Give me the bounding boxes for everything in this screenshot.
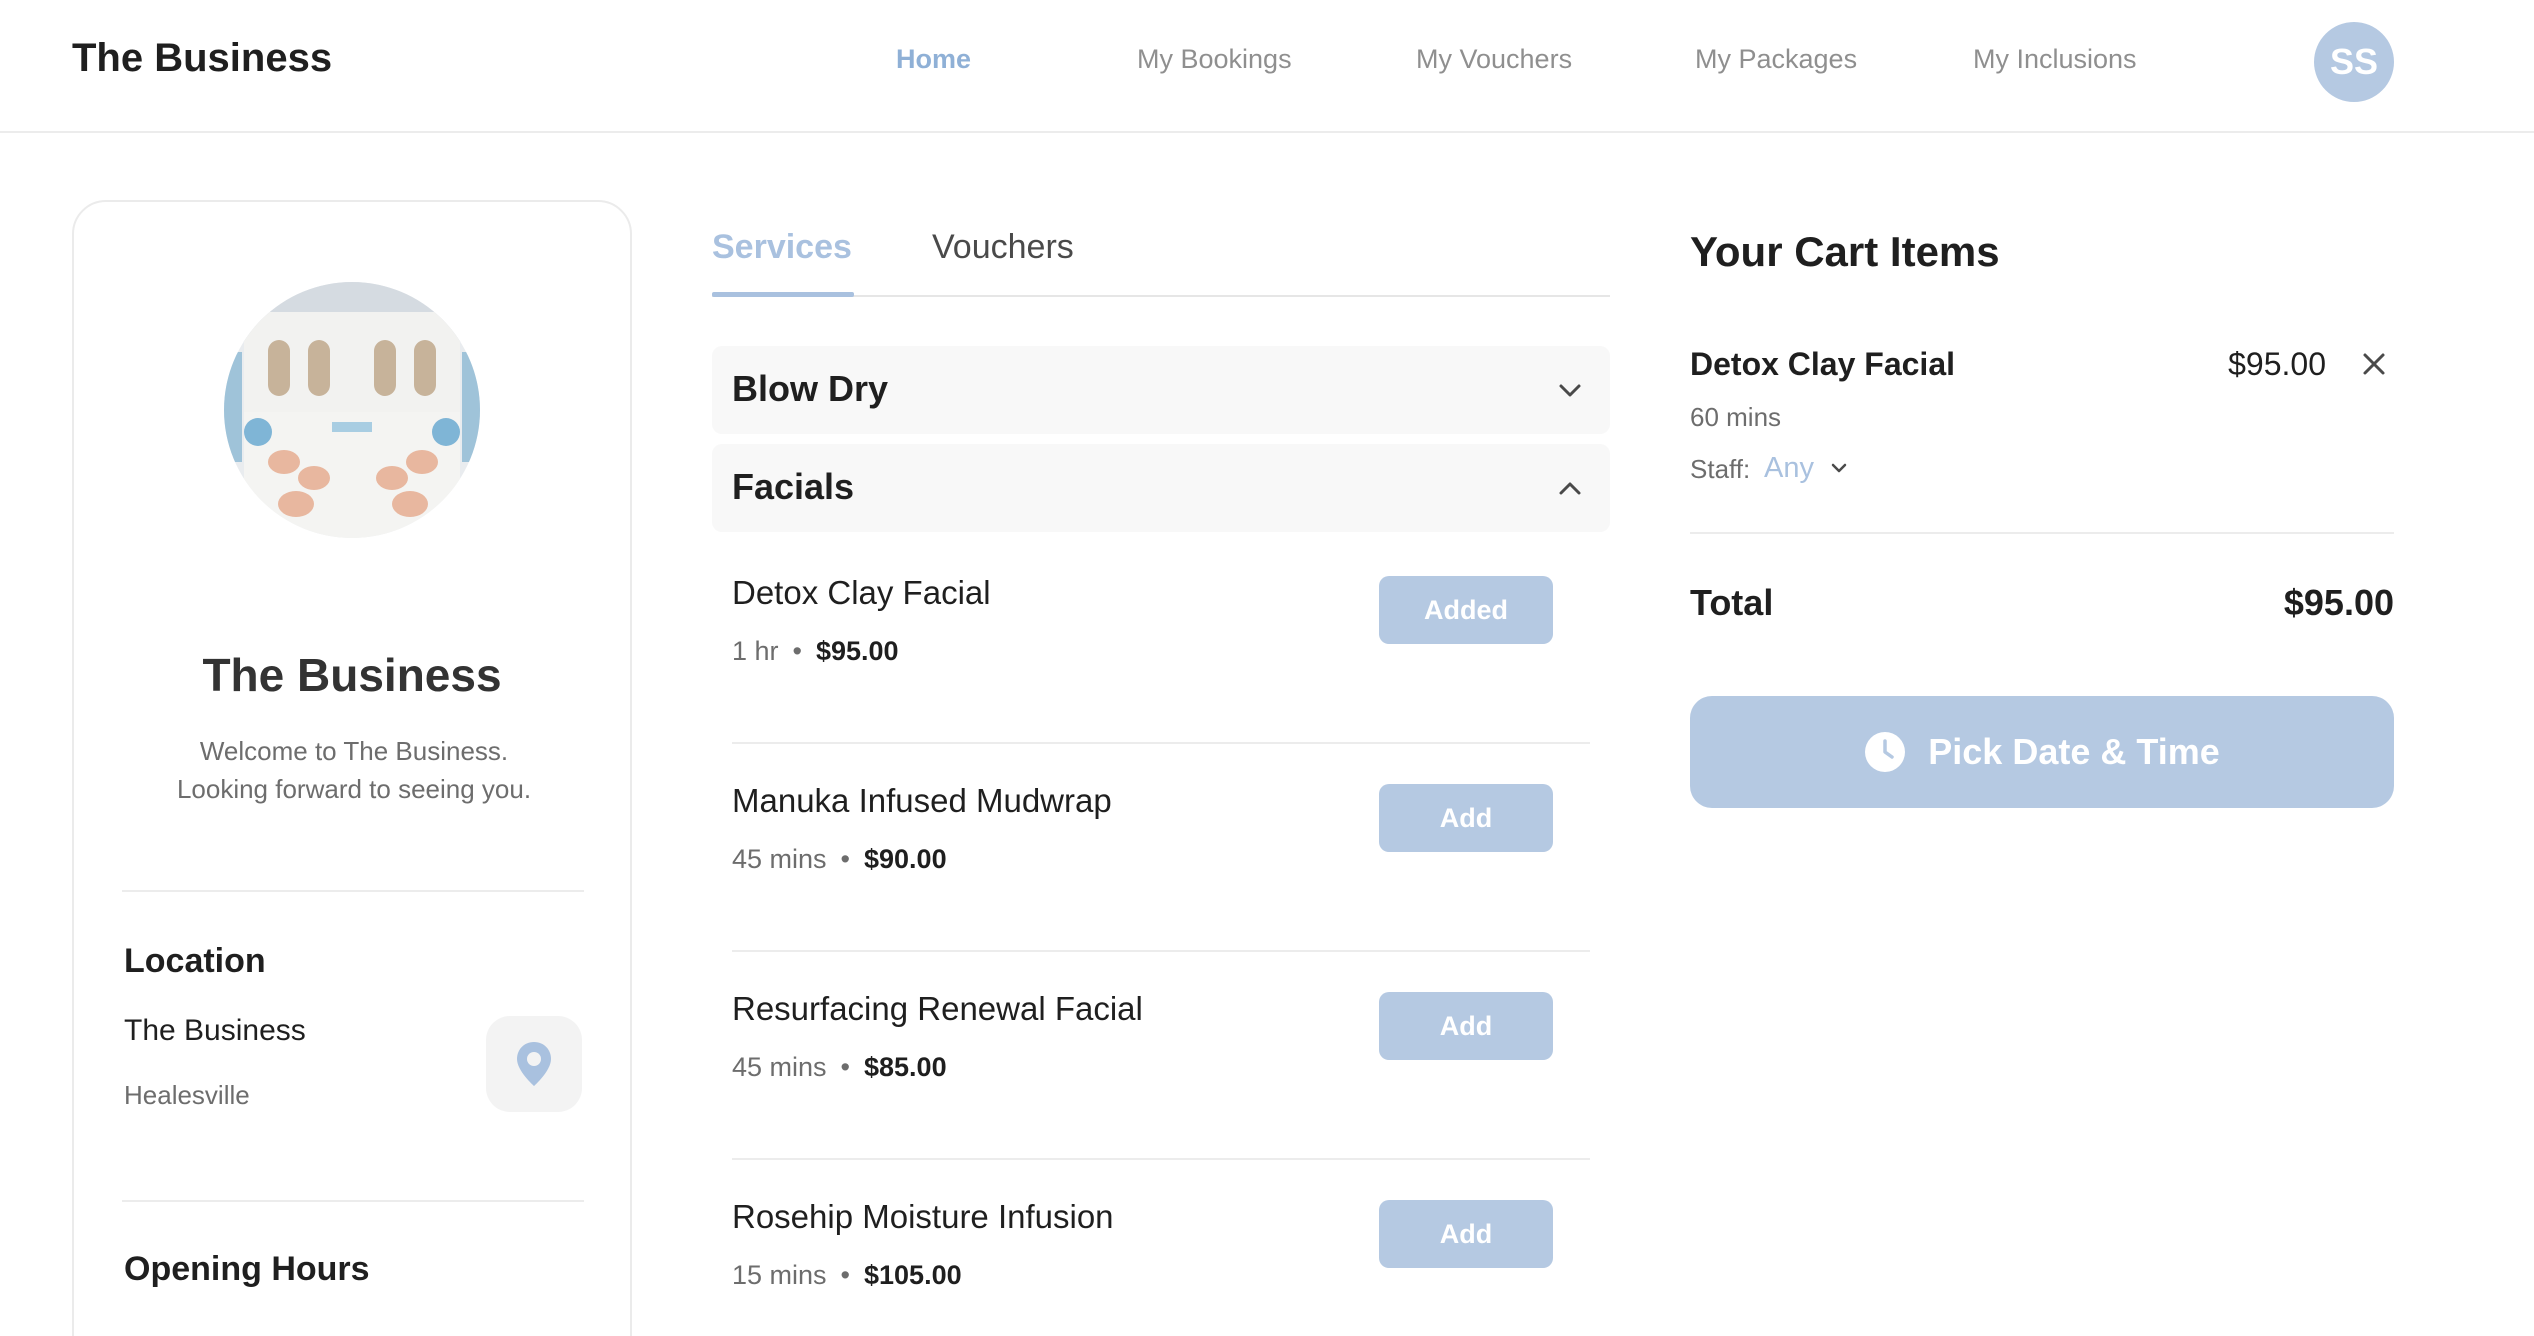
- service-meta: 45 mins • $85.00: [732, 1052, 947, 1082]
- add-button[interactable]: Add: [1379, 992, 1553, 1060]
- service-name: Detox Clay Facial: [732, 574, 991, 611]
- service-duration: 45 mins: [732, 844, 827, 874]
- staff-selected-value: Any: [1764, 451, 1814, 484]
- location-title: Location: [124, 942, 266, 980]
- clock-icon: [1865, 732, 1906, 772]
- map-pin-icon: [517, 1042, 551, 1086]
- total-label: Total: [1690, 582, 1774, 623]
- service-name: Resurfacing Renewal Facial: [732, 990, 1143, 1027]
- location-divider: [122, 1200, 584, 1202]
- nav-my-packages[interactable]: My Packages: [1695, 44, 1857, 75]
- close-icon[interactable]: [2358, 348, 2390, 380]
- profile-divider: [122, 890, 584, 892]
- tab-services[interactable]: Services: [712, 228, 852, 267]
- active-tab-indicator: [712, 292, 854, 297]
- location-name: The Business: [124, 1014, 306, 1047]
- service-item: Detox Clay Facial 1 hr • $95.00 Added: [732, 536, 1590, 744]
- nav-my-inclusions[interactable]: My Inclusions: [1973, 44, 2137, 75]
- cart-divider: [1690, 532, 2394, 534]
- chevron-down-icon: [1831, 463, 1847, 473]
- pick-date-time-label: Pick Date & Time: [1928, 731, 2220, 772]
- service-name: Manuka Infused Mudwrap: [732, 782, 1112, 819]
- user-avatar[interactable]: SS: [2314, 22, 2394, 102]
- add-button[interactable]: Add: [1379, 1200, 1553, 1268]
- cart-title: Your Cart Items: [1690, 228, 2000, 275]
- top-header: The Business Home My Bookings My Voucher…: [0, 0, 2534, 133]
- cart-item-name: Detox Clay Facial: [1690, 346, 1955, 382]
- category-facials[interactable]: Facials: [712, 444, 1610, 532]
- pick-date-time-button[interactable]: Pick Date & Time: [1690, 696, 2394, 808]
- category-blow-dry[interactable]: Blow Dry: [712, 346, 1610, 434]
- cart-item-duration: 60 mins: [1690, 402, 1782, 432]
- service-price: $105.00: [864, 1260, 962, 1290]
- category-label: Facials: [732, 466, 855, 507]
- added-button[interactable]: Added: [1379, 576, 1553, 644]
- service-duration: 45 mins: [732, 1052, 827, 1082]
- total-value: $95.00: [2283, 582, 2394, 623]
- service-item: Resurfacing Renewal Facial 45 mins • $85.0…: [732, 952, 1590, 1160]
- category-label: Blow Dry: [732, 368, 889, 409]
- service-item: Rosehip Moisture Infusion 15 mins • $105.0…: [732, 1160, 1590, 1336]
- business-profile-card: The Business Welcome to The Business. Lo…: [72, 200, 632, 1336]
- location-city: Healesville: [124, 1080, 250, 1110]
- business-photo: [224, 282, 480, 538]
- tab-vouchers[interactable]: Vouchers: [932, 228, 1074, 267]
- service-name: Rosehip Moisture Infusion: [732, 1198, 1114, 1235]
- add-button[interactable]: Add: [1379, 784, 1553, 852]
- service-meta: 1 hr • $95.00: [732, 636, 899, 666]
- service-duration: 1 hr: [732, 636, 779, 666]
- chevron-down-icon: [1559, 384, 1581, 397]
- service-price: $85.00: [864, 1052, 947, 1082]
- service-duration: 15 mins: [732, 1260, 827, 1290]
- nav-my-vouchers[interactable]: My Vouchers: [1416, 44, 1572, 75]
- cart-item-price: $95.00: [2228, 346, 2326, 382]
- staff-label: Staff:: [1690, 454, 1751, 484]
- service-meta: 15 mins • $105.00: [732, 1260, 962, 1290]
- service-meta: 45 mins • $90.00: [732, 844, 947, 874]
- opening-hours-title: Opening Hours: [124, 1250, 370, 1288]
- chevron-up-icon: [1559, 482, 1581, 495]
- business-name: The Business: [202, 649, 502, 701]
- nav-my-bookings[interactable]: My Bookings: [1137, 44, 1292, 75]
- service-price: $95.00: [815, 636, 899, 666]
- staff-select[interactable]: Any: [1764, 450, 1850, 486]
- map-pin-button[interactable]: [486, 1016, 582, 1112]
- brand-logo-text[interactable]: The Business: [72, 36, 332, 81]
- business-welcome-text: Welcome to The Business. Looking forward…: [176, 736, 532, 804]
- service-item: Manuka Infused Mudwrap 45 mins • $90.00 Ad…: [732, 744, 1590, 952]
- nav-home[interactable]: Home: [896, 44, 971, 75]
- service-price: $90.00: [864, 844, 947, 874]
